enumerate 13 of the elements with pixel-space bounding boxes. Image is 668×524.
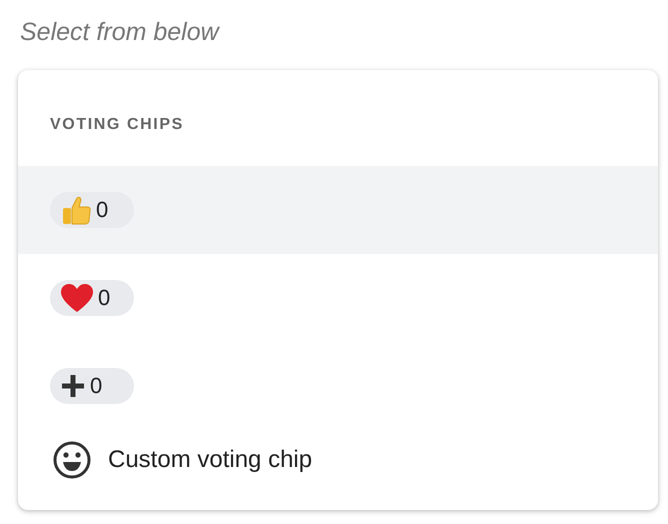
smiley-icon	[52, 440, 92, 480]
menu-item[interactable]: 0	[18, 254, 658, 342]
vote-count: 0	[98, 285, 110, 311]
thumbs-up-icon	[60, 195, 92, 225]
plus-icon	[60, 373, 86, 399]
prompt-text: Select from below	[20, 18, 221, 48]
heart-icon	[60, 283, 94, 313]
menu-item[interactable]: Custom voting chip	[108, 446, 312, 474]
section-header: VOTING CHIPS	[50, 115, 184, 135]
vote-count: 0	[90, 373, 102, 399]
vote-count: 0	[96, 197, 108, 223]
menu-item[interactable]: 0	[18, 166, 658, 254]
menu-item[interactable]: 0	[18, 342, 658, 430]
